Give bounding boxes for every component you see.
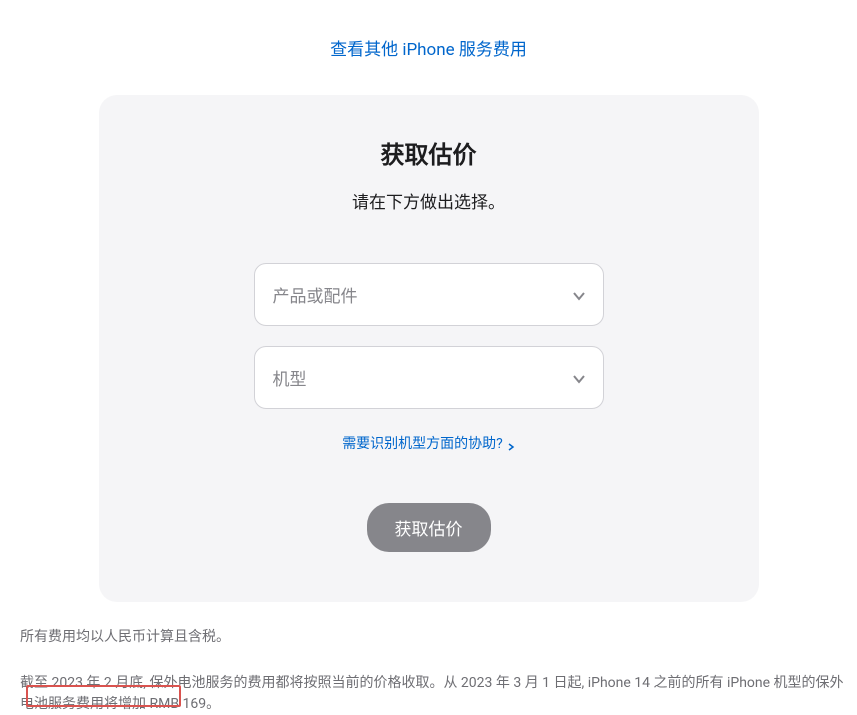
product-select-wrap: 产品或配件 [254,263,604,326]
other-services-link[interactable]: 查看其他 iPhone 服务费用 [330,40,527,60]
model-select[interactable]: 机型 [254,346,604,409]
help-identify-link[interactable]: 需要识别机型方面的协助? [342,433,515,453]
model-select-wrap: 机型 [254,346,604,409]
card-subtitle: 请在下方做出选择。 [139,188,719,213]
get-estimate-button[interactable]: 获取估价 [367,503,491,552]
footer-text-notice: 截至 2023 年 2 月底, 保外电池服务的费用都将按照当前的价格收取。从 2… [20,673,847,715]
footer-text-taxes: 所有费用均以人民币计算且含税。 [20,627,847,648]
card-title: 获取估价 [139,135,719,170]
product-select[interactable]: 产品或配件 [254,263,604,326]
footer-text-wrap: 所有费用均以人民币计算且含税。 截至 2023 年 2 月底, 保外电池服务的费… [10,627,847,715]
top-link-wrapper: 查看其他 iPhone 服务费用 [10,0,847,85]
estimate-card: 获取估价 请在下方做出选择。 产品或配件 机型 需要识别机型方面的协助? 获取估… [99,95,759,602]
chevron-right-icon [507,439,515,447]
help-link-text: 需要识别机型方面的协助? [342,433,503,453]
